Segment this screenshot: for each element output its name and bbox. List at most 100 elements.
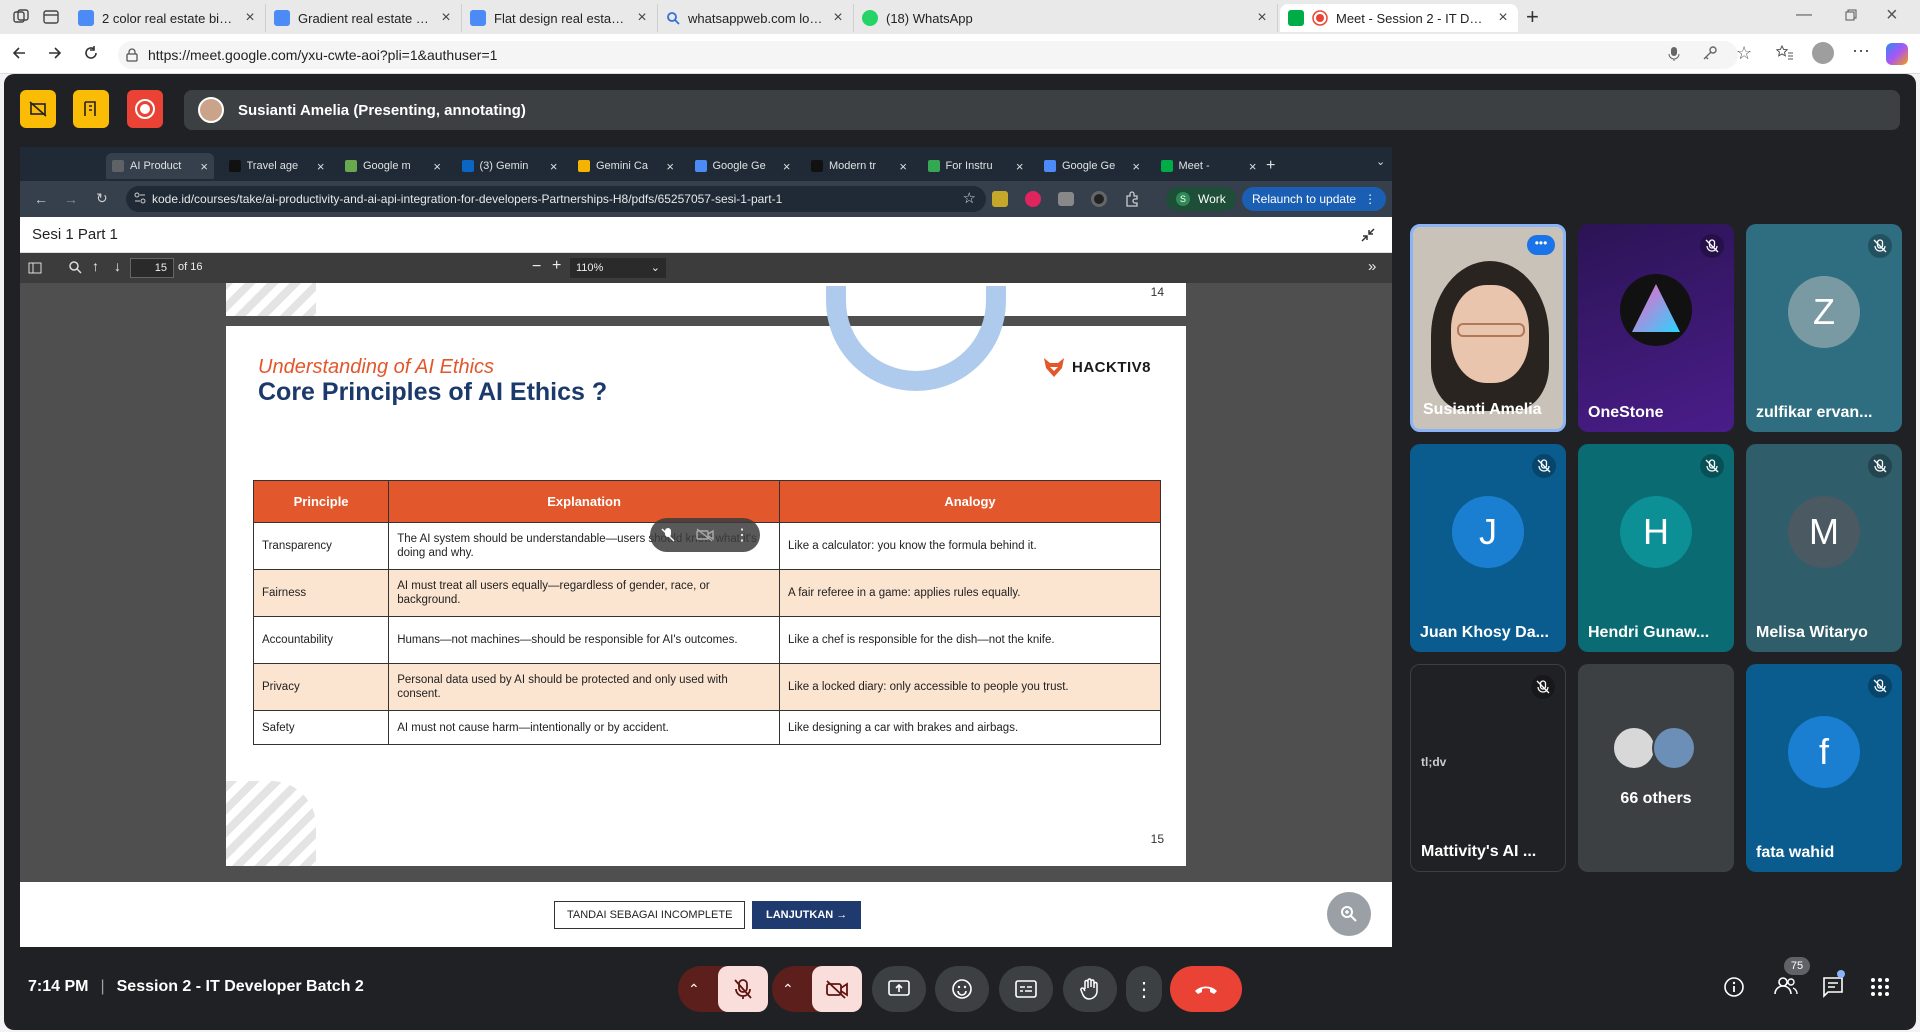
close-tab-icon[interactable]: × bbox=[899, 159, 907, 174]
bookmark-star-icon[interactable]: ☆ bbox=[963, 189, 976, 207]
forward-icon[interactable]: → bbox=[64, 191, 78, 207]
copilot-icon[interactable] bbox=[1886, 43, 1908, 65]
participant-tile[interactable]: J Juan Khosy Da... bbox=[1410, 444, 1566, 652]
participant-tile[interactable]: 66 others bbox=[1578, 664, 1734, 872]
meeting-info-icon[interactable] bbox=[1723, 976, 1745, 998]
shared-tab[interactable]: Modern tr × bbox=[805, 153, 913, 179]
close-window-icon[interactable]: × bbox=[1886, 4, 1898, 27]
close-tab-icon[interactable]: × bbox=[550, 159, 558, 174]
participant-tile[interactable]: OneStone bbox=[1578, 224, 1734, 432]
vertical-tabs-icon[interactable] bbox=[42, 8, 60, 26]
people-icon[interactable] bbox=[1774, 976, 1798, 996]
close-tab-icon[interactable]: × bbox=[831, 9, 845, 27]
participant-tile[interactable]: ••• Susianti Amelia bbox=[1410, 224, 1566, 432]
forward-icon[interactable] bbox=[46, 44, 64, 62]
camera-control[interactable]: ⌃ bbox=[772, 966, 862, 1012]
annotation-off-icon[interactable] bbox=[20, 90, 56, 128]
browser-tab-active[interactable]: Meet - Session 2 - IT Develo × bbox=[1280, 4, 1518, 32]
chevron-up-icon[interactable]: ⌃ bbox=[782, 981, 794, 998]
raise-hand-button[interactable] bbox=[1063, 966, 1117, 1012]
mark-incomplete-button[interactable]: TANDAI SEBAGAI INCOMPLETE bbox=[554, 901, 746, 929]
shared-address-bar[interactable]: kode.id/courses/take/ai-productivity-and… bbox=[126, 186, 986, 212]
next-page-icon[interactable]: ↓ bbox=[114, 258, 121, 274]
more-menu-icon[interactable]: ··· bbox=[1852, 40, 1870, 61]
mic-off-icon[interactable] bbox=[660, 527, 676, 543]
shared-tab[interactable]: Google m × bbox=[339, 153, 447, 179]
close-tab-icon[interactable]: × bbox=[1132, 159, 1140, 174]
participant-tile[interactable]: Zzulfikar ervan... bbox=[1746, 224, 1902, 432]
close-tab-icon[interactable]: × bbox=[1016, 159, 1024, 174]
recording-button[interactable] bbox=[127, 90, 163, 128]
close-tab-icon[interactable]: × bbox=[243, 9, 257, 27]
continue-button[interactable]: LANJUTKAN → bbox=[752, 901, 862, 929]
camera-extension-icon[interactable] bbox=[1058, 192, 1074, 206]
shared-tab[interactable]: For Instru × bbox=[922, 153, 1030, 179]
pdf-search-icon[interactable] bbox=[68, 260, 82, 274]
chat-icon[interactable] bbox=[1822, 976, 1844, 998]
relaunch-button[interactable]: Relaunch to update ⋮ bbox=[1242, 187, 1387, 211]
shared-tab[interactable]: Gemini Ca × bbox=[572, 153, 680, 179]
microphone-control[interactable]: ⌃ bbox=[678, 966, 768, 1012]
close-tab-icon[interactable]: × bbox=[1249, 159, 1257, 174]
present-screen-button[interactable] bbox=[872, 966, 926, 1012]
tile-options-icon[interactable]: ••• bbox=[1527, 235, 1555, 255]
leave-call-button[interactable] bbox=[1170, 966, 1242, 1012]
sidebar-toggle-icon[interactable] bbox=[28, 261, 42, 275]
participant-tile[interactable]: tl;dv Mattivity's AI ... bbox=[1410, 664, 1566, 872]
close-tab-icon[interactable]: × bbox=[635, 9, 649, 27]
shared-tab[interactable]: Meet - × bbox=[1155, 153, 1263, 179]
key-icon[interactable] bbox=[1702, 45, 1718, 61]
participant-tile[interactable]: f fata wahid bbox=[1746, 664, 1902, 872]
back-icon[interactable] bbox=[10, 44, 28, 62]
previous-page-icon[interactable]: ↑ bbox=[92, 258, 99, 274]
close-tab-icon[interactable]: × bbox=[433, 159, 441, 174]
extension-icon[interactable] bbox=[1091, 191, 1107, 207]
close-tab-icon[interactable]: × bbox=[783, 159, 791, 174]
address-bar[interactable]: https://meet.google.com/yxu-cwte-aoi?pli… bbox=[118, 41, 1738, 69]
close-tab-icon[interactable]: × bbox=[439, 9, 453, 27]
camera-off-icon[interactable] bbox=[812, 966, 862, 1012]
page-number-input[interactable]: 15 bbox=[130, 258, 174, 278]
close-tab-icon[interactable]: × bbox=[317, 159, 325, 174]
browser-tab[interactable]: 2 color real estate bifold brochure× bbox=[70, 4, 266, 32]
activities-icon[interactable] bbox=[1870, 977, 1890, 997]
profile-avatar[interactable] bbox=[1812, 42, 1834, 64]
favorites-icon[interactable] bbox=[1776, 45, 1794, 61]
extensions-puzzle-icon[interactable] bbox=[1124, 191, 1140, 207]
tab-search-icon[interactable]: ⌄ bbox=[1376, 155, 1385, 168]
captions-button[interactable] bbox=[999, 966, 1053, 1012]
favorite-star-icon[interactable]: ☆ bbox=[1736, 43, 1752, 64]
zoom-button[interactable] bbox=[1327, 892, 1371, 936]
browser-tab[interactable]: whatsappweb.com login - Search× bbox=[658, 4, 854, 32]
microphone-icon[interactable] bbox=[1668, 46, 1680, 62]
profile-pill[interactable]: S Work bbox=[1166, 187, 1236, 211]
restore-icon[interactable] bbox=[1844, 8, 1858, 22]
zoom-out-icon[interactable]: − bbox=[532, 258, 541, 276]
shared-tab-active[interactable]: AI Product × bbox=[106, 153, 214, 179]
zoom-in-icon[interactable]: + bbox=[552, 257, 561, 275]
shared-tab[interactable]: (3) Gemin × bbox=[456, 153, 564, 179]
extension-icon[interactable] bbox=[1025, 191, 1041, 207]
zoom-select[interactable]: 110% ⌄ bbox=[570, 258, 666, 278]
reactions-button[interactable] bbox=[935, 966, 989, 1012]
minimize-icon[interactable]: — bbox=[1796, 6, 1812, 24]
camera-off-icon[interactable] bbox=[696, 528, 714, 542]
more-tools-icon[interactable]: » bbox=[1368, 258, 1376, 275]
kebab-icon[interactable]: ⋮ bbox=[734, 525, 750, 545]
exit-fullscreen-icon[interactable] bbox=[1360, 227, 1376, 243]
browser-tab[interactable]: Gradient real estate business bro× bbox=[266, 4, 462, 32]
pin-presentation-icon[interactable] bbox=[73, 90, 109, 128]
close-tab-icon[interactable]: × bbox=[1255, 9, 1269, 27]
new-tab-icon[interactable]: + bbox=[1526, 4, 1539, 30]
close-tab-icon[interactable]: × bbox=[1496, 9, 1510, 27]
browser-tab[interactable]: (18) WhatsApp × bbox=[854, 4, 1278, 32]
close-tab-icon[interactable]: × bbox=[200, 159, 208, 174]
refresh-icon[interactable]: ↻ bbox=[96, 190, 108, 207]
new-tab-icon[interactable]: + bbox=[1260, 153, 1281, 179]
mic-off-icon[interactable] bbox=[718, 966, 768, 1012]
chevron-up-icon[interactable]: ⌃ bbox=[688, 981, 700, 998]
browser-tab[interactable]: Flat design real estate project bro× bbox=[462, 4, 658, 32]
participant-tile[interactable]: M Melisa Witaryo bbox=[1746, 444, 1902, 652]
shared-tab[interactable]: Google Ge × bbox=[689, 153, 797, 179]
more-options-button[interactable]: ⋮ bbox=[1126, 966, 1162, 1012]
